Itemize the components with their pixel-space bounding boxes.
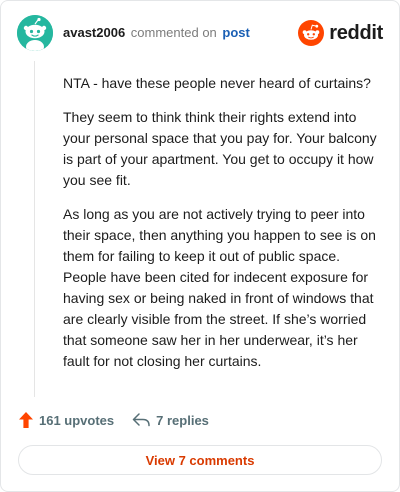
post-link[interactable]: post [222, 25, 249, 40]
comment-body: NTA - have these people never heard of c… [63, 73, 383, 385]
username-link[interactable]: avast2006 [63, 25, 125, 40]
reddit-brand[interactable]: reddit [298, 20, 383, 46]
upvote-count: 161 upvotes [39, 412, 115, 428]
comment-card: avast2006 commented on post reddit NTA -… [0, 0, 400, 492]
snoo-avatar-icon [17, 15, 53, 51]
comment-actions: 161 upvotes 7 replies [19, 409, 209, 431]
thread-line[interactable] [34, 61, 35, 397]
comment-header: avast2006 commented on post reddit [17, 15, 383, 51]
upvote-arrow-icon [19, 412, 33, 428]
user-avatar[interactable] [17, 15, 53, 51]
commented-on-text: commented on [130, 25, 217, 40]
reply-count: 7 replies [156, 412, 209, 428]
comment-paragraph: As long as you are not actively trying t… [63, 206, 376, 369]
comment-paragraph: NTA - have these people never heard of c… [63, 75, 371, 91]
reddit-logo-icon [298, 20, 325, 46]
reddit-wordmark: reddit [329, 21, 383, 44]
reply-arrow-icon [132, 413, 150, 427]
replies-button[interactable]: 7 replies [132, 413, 209, 428]
comment-byline: avast2006 commented on post [63, 24, 250, 42]
comment-paragraph: They seem to think think their rights ex… [63, 109, 377, 188]
view-comments-button[interactable]: View 7 comments [18, 445, 382, 475]
upvote-button[interactable]: 161 upvotes [19, 412, 114, 428]
